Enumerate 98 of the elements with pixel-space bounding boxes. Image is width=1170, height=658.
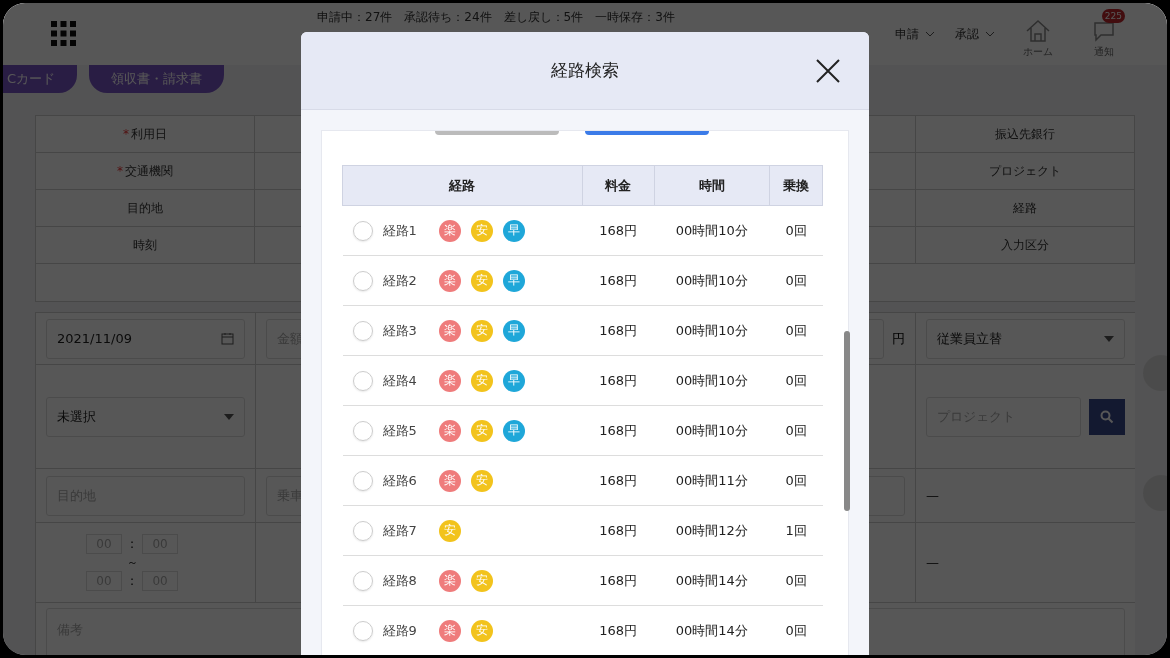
required-mark: * (123, 127, 129, 141)
currency-unit: 円 (892, 329, 905, 348)
fare-cell: 168円 (582, 305, 655, 356)
search-icon (1100, 409, 1114, 424)
dialog-title: 経路検索 (551, 59, 619, 82)
route-tag: 楽 (438, 619, 461, 642)
tab-pill[interactable] (434, 131, 559, 135)
route-tag: 安 (470, 619, 493, 642)
notification-badge: 225 (1101, 9, 1125, 23)
time-cell: 00時間11分 (654, 455, 770, 506)
route-tag: 安 (470, 319, 493, 342)
time-cell: 00時間10分 (654, 305, 770, 356)
route-tag: 早 (502, 269, 525, 292)
route-tag: 早 (502, 369, 525, 392)
route-name: 経路4 (382, 371, 418, 390)
transfers-cell: 0回 (769, 555, 823, 606)
chevron-icon (925, 31, 935, 37)
transport-select[interactable]: 未選択 (46, 396, 245, 437)
time-cell: 00時間10分 (654, 255, 770, 306)
form-label: 経路 (915, 190, 1135, 227)
route-tag: 楽 (438, 469, 461, 492)
label-text: 交通機関 (125, 162, 173, 180)
dropdown-icon (224, 413, 234, 420)
route-tag: 楽 (438, 319, 461, 342)
column-header: 乗換 (769, 165, 823, 206)
route-tag: 早 (502, 219, 525, 242)
route-tag: 安 (470, 469, 493, 492)
fare-cell: 168円 (582, 605, 655, 655)
transfers-cell: 0回 (769, 205, 823, 256)
transfers-cell: 0回 (769, 305, 823, 356)
transfers-cell: 0回 (769, 255, 823, 306)
column-header: 時間 (654, 165, 770, 206)
fare-cell: 168円 (582, 555, 655, 606)
payment-select[interactable]: 従業員立替 (926, 318, 1125, 359)
route-name: 経路8 (382, 571, 418, 590)
fare-cell: 168円 (582, 355, 655, 406)
route-tag: 安 (470, 419, 493, 442)
transfers-cell: 0回 (769, 605, 823, 655)
route-tag: 楽 (438, 569, 461, 592)
route-tag: 楽 (438, 419, 461, 442)
transfers-cell: 1回 (769, 505, 823, 556)
route-name: 経路9 (382, 621, 418, 640)
time-cell: 00時間10分 (654, 405, 770, 456)
search-button[interactable] (1089, 398, 1125, 435)
time-cell: 00時間10分 (654, 355, 770, 406)
required-mark: * (117, 164, 123, 178)
time-separator: : (130, 537, 135, 551)
time-cell: 00時間10分 (654, 205, 770, 256)
type-value: — (926, 555, 939, 570)
route-tag: 安 (470, 369, 493, 392)
route-tag: 安 (438, 519, 461, 542)
nav-menu[interactable]: 申請 (895, 25, 935, 43)
date-field[interactable]: 2021/11/09 (46, 318, 245, 359)
dropdown-icon (1104, 335, 1114, 342)
transfers-cell: 0回 (769, 355, 823, 406)
label-text: 時刻 (133, 236, 157, 254)
time-cell: 00時間14分 (654, 605, 770, 655)
transfers-cell: 0回 (769, 455, 823, 506)
route-name: 経路1 (382, 221, 418, 240)
transfers-cell: 0回 (769, 405, 823, 456)
tab-pill[interactable] (584, 131, 709, 135)
route-tag: 安 (470, 269, 493, 292)
calendar-icon (221, 332, 234, 345)
fare-cell: 168円 (582, 505, 655, 556)
route-tag: 安 (470, 219, 493, 242)
fare-cell: 168円 (582, 455, 655, 506)
route-tag: 早 (502, 419, 525, 442)
route-name: 経路3 (382, 321, 418, 340)
route-name: 経路2 (382, 271, 418, 290)
form-label: 入力区分 (915, 227, 1135, 264)
house-icon (1025, 19, 1051, 43)
route-value: — (926, 488, 939, 503)
column-header: 料金 (582, 165, 655, 206)
route-tag: 楽 (438, 269, 461, 292)
route-name: 経路5 (382, 421, 418, 440)
route-name: 経路7 (382, 521, 418, 540)
route-tag: 早 (502, 319, 525, 342)
time-cell: 00時間14分 (654, 555, 770, 606)
time-cell: 00時間12分 (654, 505, 770, 556)
column-header: 経路 (342, 165, 583, 206)
route-name: 経路6 (382, 471, 418, 490)
route-tag: 楽 (438, 219, 461, 242)
range-tilde: ～ (126, 555, 138, 570)
fare-cell: 168円 (582, 405, 655, 456)
route-tag: 安 (470, 569, 493, 592)
time-separator: : (130, 574, 135, 588)
app-grid-icon[interactable] (51, 21, 77, 47)
chat-bubble-icon (1091, 19, 1117, 43)
label-text: 目的地 (127, 199, 163, 217)
fare-cell: 168円 (582, 205, 655, 256)
label-text: 利用日 (131, 125, 167, 143)
form-label: 振込先銀行 (915, 116, 1135, 153)
chevron-icon (985, 31, 995, 37)
close-button[interactable] (815, 58, 841, 84)
route-tag: 楽 (438, 369, 461, 392)
scrollbar[interactable] (844, 331, 850, 511)
nav-menu[interactable]: 承認 (955, 25, 995, 43)
fare-cell: 168円 (582, 255, 655, 306)
